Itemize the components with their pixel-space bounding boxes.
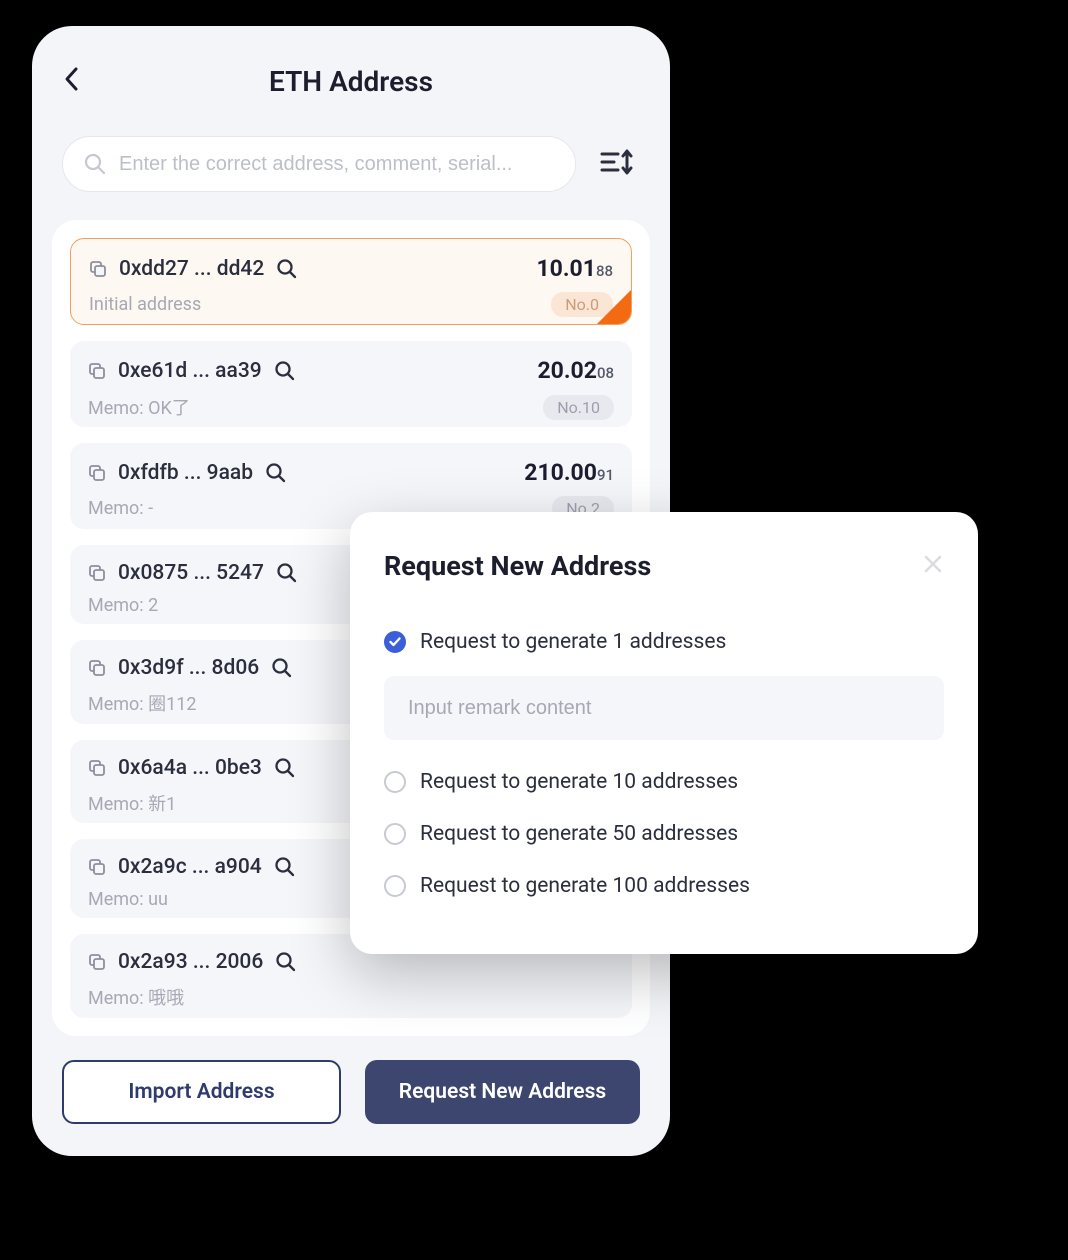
copy-icon[interactable] <box>88 464 106 482</box>
card-row-top: 0x2a93 ... 2006 <box>88 950 614 974</box>
radio-label: Request to generate 50 addresses <box>420 822 738 846</box>
page-title: ETH Address <box>269 65 433 98</box>
radio-option[interactable]: Request to generate 100 addresses <box>384 860 944 912</box>
address-text: 0xdd27 ... dd42 <box>119 257 264 281</box>
radio-label: Request to generate 10 addresses <box>420 770 738 794</box>
copy-icon[interactable] <box>89 260 107 278</box>
copy-icon[interactable] <box>88 564 106 582</box>
magnify-icon[interactable] <box>274 360 296 382</box>
balance-suffix: 91 <box>597 466 614 484</box>
card-row-top: 0xe61d ... aa39 20.0208 <box>88 357 614 384</box>
card-row-bottom: Initial address No.0 <box>89 292 613 317</box>
request-new-address-button[interactable]: Request New Address <box>365 1060 640 1124</box>
balance: 10.0188 <box>536 255 613 282</box>
address-left: 0xfdfb ... 9aab <box>88 461 287 485</box>
search-input[interactable] <box>119 153 555 176</box>
copy-icon[interactable] <box>88 759 106 777</box>
memo-text: Memo: 新1 <box>88 790 176 816</box>
index-badge: No.0 <box>551 292 613 317</box>
address-card[interactable]: 0xe61d ... aa39 20.0208 Memo: OK了 No.10 <box>70 341 632 427</box>
radio-indicator <box>384 631 406 653</box>
search-row <box>32 136 670 192</box>
address-text: 0x6a4a ... 0be3 <box>118 756 262 780</box>
magnify-icon[interactable] <box>274 757 296 779</box>
radio-option[interactable]: Request to generate 50 addresses <box>384 808 944 860</box>
dialog-header: Request New Address <box>384 550 944 582</box>
magnify-icon[interactable] <box>265 462 287 484</box>
sort-button[interactable] <box>594 141 640 187</box>
address-left: 0xe61d ... aa39 <box>88 359 296 383</box>
memo-text: Memo: 圈112 <box>88 690 196 716</box>
memo-text: Initial address <box>89 294 201 315</box>
memo-text: Memo: OK了 <box>88 394 190 420</box>
address-left: 0x6a4a ... 0be3 <box>88 756 296 780</box>
sort-icon <box>600 147 634 177</box>
address-card[interactable]: 0xdd27 ... dd42 10.0188 Initial address No.… <box>70 238 632 325</box>
radio-indicator <box>384 823 406 845</box>
copy-icon[interactable] <box>88 659 106 677</box>
address-left: 0xdd27 ... dd42 <box>89 257 298 281</box>
bottom-actions: Import Address Request New Address <box>32 1036 670 1156</box>
magnify-icon[interactable] <box>275 951 297 973</box>
dialog-title: Request New Address <box>384 550 651 582</box>
magnify-icon[interactable] <box>276 258 298 280</box>
memo-text: Memo: - <box>88 498 153 519</box>
radio-label: Request to generate 1 addresses <box>420 630 726 654</box>
remark-input-container <box>384 676 944 740</box>
copy-icon[interactable] <box>88 362 106 380</box>
card-row-bottom: Memo: 哦哦 <box>88 984 614 1010</box>
address-text: 0x2a93 ... 2006 <box>118 950 263 974</box>
magnify-icon[interactable] <box>271 657 293 679</box>
card-row-bottom: Memo: OK了 No.10 <box>88 394 614 420</box>
radio-option[interactable]: Request to generate 1 addresses <box>384 616 944 668</box>
balance-suffix: 88 <box>596 262 613 280</box>
dialog-close-button[interactable] <box>922 553 944 579</box>
memo-text: Memo: 2 <box>88 595 158 616</box>
remark-input[interactable] <box>408 697 920 720</box>
address-text: 0x2a9c ... a904 <box>118 855 262 879</box>
chevron-left-icon <box>62 65 80 93</box>
radio-label: Request to generate 100 addresses <box>420 874 750 898</box>
request-new-address-dialog: Request New Address Request to generate … <box>350 512 978 954</box>
magnify-icon[interactable] <box>276 562 298 584</box>
copy-icon[interactable] <box>88 858 106 876</box>
radio-option[interactable]: Request to generate 10 addresses <box>384 756 944 808</box>
search-box[interactable] <box>62 136 576 192</box>
address-left: 0x0875 ... 5247 <box>88 561 298 585</box>
address-text: 0x0875 ... 5247 <box>118 561 264 585</box>
radio-indicator <box>384 771 406 793</box>
header: ETH Address <box>32 26 670 136</box>
card-row-top: 0xfdfb ... 9aab 210.0091 <box>88 459 614 486</box>
copy-icon[interactable] <box>88 953 106 971</box>
balance-suffix: 08 <box>597 364 614 382</box>
close-icon <box>922 553 944 575</box>
address-text: 0xe61d ... aa39 <box>118 359 262 383</box>
back-button[interactable] <box>62 65 80 97</box>
memo-text: Memo: 哦哦 <box>88 984 184 1010</box>
card-row-top: 0xdd27 ... dd42 10.0188 <box>89 255 613 282</box>
magnify-icon[interactable] <box>274 856 296 878</box>
dialog-options: Request to generate 1 addresses Request t… <box>384 616 944 912</box>
index-badge: No.10 <box>543 395 614 420</box>
address-text: 0xfdfb ... 9aab <box>118 461 253 485</box>
memo-text: Memo: uu <box>88 889 168 910</box>
address-left: 0x3d9f ... 8d06 <box>88 656 293 680</box>
address-left: 0x2a93 ... 2006 <box>88 950 297 974</box>
balance: 210.0091 <box>524 459 614 486</box>
check-icon <box>389 637 401 647</box>
address-text: 0x3d9f ... 8d06 <box>118 656 259 680</box>
import-address-button[interactable]: Import Address <box>62 1060 341 1124</box>
balance: 20.0208 <box>537 357 614 384</box>
search-icon <box>83 152 107 176</box>
radio-indicator <box>384 875 406 897</box>
address-left: 0x2a9c ... a904 <box>88 855 296 879</box>
